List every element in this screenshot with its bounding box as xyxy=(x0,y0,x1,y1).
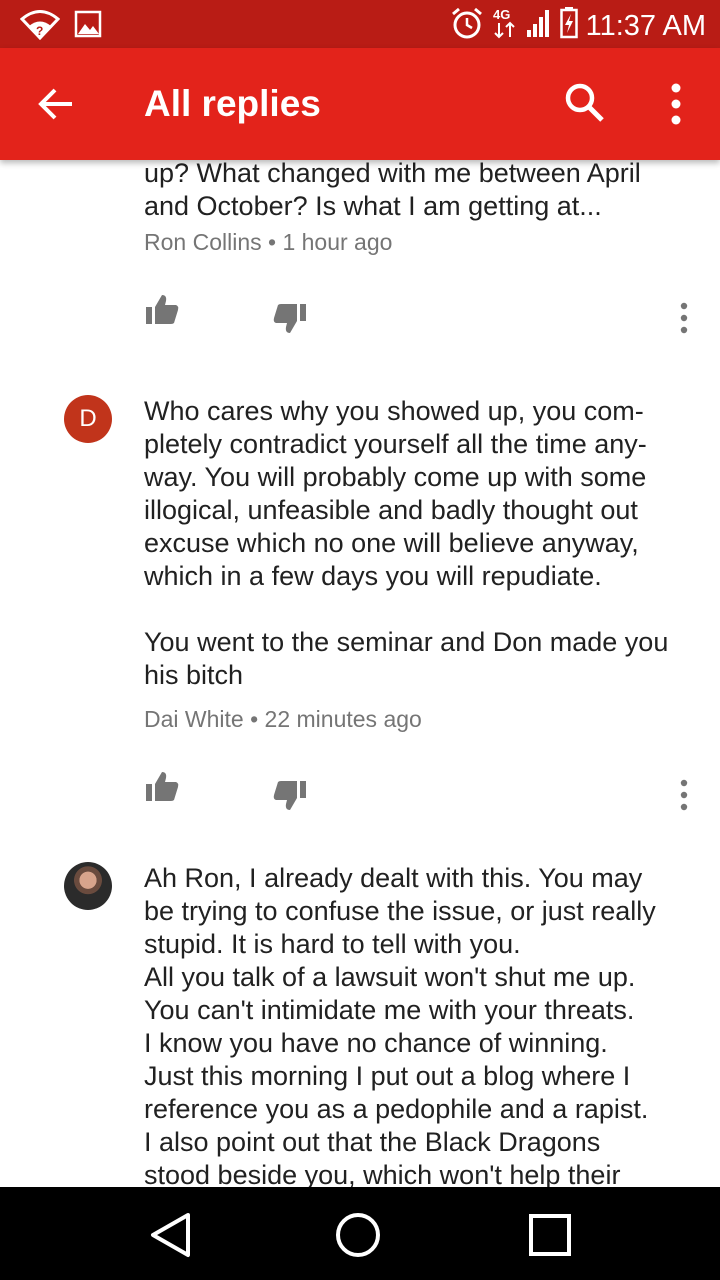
replies-list[interactable]: up? What changed with me between April a… xyxy=(0,160,720,1187)
reply-time: 22 minutes ago xyxy=(264,706,422,732)
avatar[interactable] xyxy=(64,862,112,910)
thumbs-down-icon[interactable] xyxy=(272,777,308,813)
status-time: 11:37 AM xyxy=(585,9,706,42)
status-bar: ? 4G 11:37 AM xyxy=(0,0,720,48)
meta-separator: • xyxy=(250,706,259,732)
back-arrow-icon[interactable] xyxy=(28,76,84,132)
back-triangle-icon[interactable] xyxy=(140,1205,200,1265)
reply-actions xyxy=(0,769,720,829)
reply-author[interactable]: Ron Collins xyxy=(144,229,262,255)
battery-charging-icon xyxy=(559,7,578,44)
network-label: 4G xyxy=(493,7,510,22)
reply-author[interactable]: Dai White xyxy=(144,706,244,732)
navigation-bar xyxy=(0,1187,720,1280)
svg-text:?: ? xyxy=(36,24,43,38)
reply-text: Who cares why you showed up, you com- pl… xyxy=(144,396,669,690)
home-circle-icon[interactable] xyxy=(328,1205,388,1265)
image-notification-icon xyxy=(74,10,102,43)
more-vert-icon[interactable] xyxy=(650,76,702,132)
thumbs-up-icon[interactable] xyxy=(144,769,180,805)
thumbs-down-icon[interactable] xyxy=(272,300,308,336)
reply-time: 1 hour ago xyxy=(282,229,393,255)
4g-icon: 4G xyxy=(492,6,518,45)
status-left: ? xyxy=(19,8,102,45)
meta-separator: • xyxy=(268,229,277,255)
status-right: 4G 11:37 AM xyxy=(450,6,706,45)
reply-overflow-icon[interactable] xyxy=(670,775,698,815)
app-bar: All replies xyxy=(0,48,720,160)
reply-text: Ah Ron, I already dealt with this. You m… xyxy=(144,863,656,1187)
page-title: All replies xyxy=(144,83,321,124)
reply-actions xyxy=(0,292,720,352)
search-icon[interactable] xyxy=(558,76,614,132)
avatar[interactable]: D xyxy=(64,395,112,443)
reply-meta: Dai White • 22 minutes ago xyxy=(144,704,422,734)
reply-overflow-icon[interactable] xyxy=(670,298,698,338)
recents-square-icon[interactable] xyxy=(520,1205,580,1265)
reply-text: up? What changed with me between April a… xyxy=(144,160,641,221)
thumbs-up-icon[interactable] xyxy=(144,292,180,328)
signal-icon xyxy=(526,8,552,43)
alarm-icon xyxy=(450,6,484,45)
wifi-icon: ? xyxy=(19,8,61,45)
reply-meta: Ron Collins • 1 hour ago xyxy=(144,227,392,257)
